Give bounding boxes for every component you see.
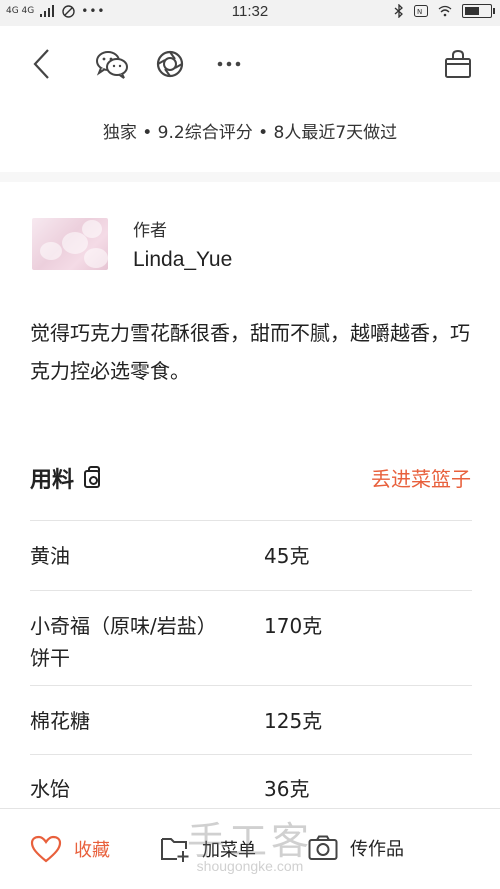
upload-work-button[interactable]: 传作品 (308, 835, 404, 861)
heart-icon (30, 835, 62, 863)
ingredients-title: 用料 (30, 468, 75, 493)
shopping-bag-icon (445, 49, 471, 78)
nfc-icon: N (414, 5, 428, 17)
upload-work-label: 传作品 (350, 839, 404, 860)
top-toolbar (0, 26, 500, 102)
ingredient-quantity: 125克 (264, 709, 323, 733)
camera-icon (308, 835, 338, 860)
add-to-basket-button[interactable]: 丢进菜篮子 (371, 463, 471, 492)
section-divider (0, 172, 500, 182)
author-avatar[interactable] (32, 218, 108, 270)
author-name[interactable]: Linda_Yue (133, 248, 232, 272)
ingredient-name: 黄油 (30, 544, 70, 568)
favorite-label: 收藏 (74, 840, 110, 861)
ingredient-quantity: 170克 (264, 614, 323, 638)
wifi-icon (438, 5, 452, 17)
folder-add-icon (161, 838, 189, 862)
camera-shutter-icon (156, 50, 184, 78)
battery-icon (462, 4, 495, 18)
ingredient-quantity: 45克 (264, 544, 310, 568)
status-bar: 4G 4G ••• 11:32 N (0, 0, 500, 26)
author-role: 作者 (133, 221, 167, 241)
ingredient-quantity: 36克 (264, 777, 310, 801)
share-wechat-button[interactable] (94, 46, 130, 82)
more-button[interactable] (211, 46, 247, 82)
favorite-button[interactable]: 收藏 (30, 835, 110, 863)
bottom-action-bar: 收藏 加菜单 传作品 (0, 808, 500, 889)
row-divider (30, 590, 472, 591)
row-divider (30, 754, 472, 755)
back-button[interactable] (24, 46, 60, 82)
chevron-left-icon (33, 49, 49, 79)
recipe-description: 觉得巧克力雪花酥很香，甜而不腻，越嚼越香，巧克力控必选零食。 (30, 321, 470, 383)
wechat-icon (96, 51, 128, 79)
add-to-menu-label: 加菜单 (202, 840, 256, 861)
ingredients-header: 用料 (30, 462, 101, 494)
ingredient-name: 水饴 (30, 777, 70, 801)
basket-button[interactable] (440, 46, 476, 82)
more-dots-icon (217, 61, 241, 67)
svg-text:N: N (417, 8, 422, 16)
scale-icon (84, 466, 101, 488)
row-divider (30, 685, 472, 686)
add-to-menu-button[interactable]: 加菜单 (160, 835, 256, 863)
share-moments-button[interactable] (152, 46, 188, 82)
ingredient-name: 棉花糖 (30, 709, 90, 733)
recipe-summary: 独家 • 9.2综合评分 • 8人最近7天做过 (102, 123, 398, 143)
row-divider (30, 520, 472, 521)
bluetooth-icon (394, 4, 403, 18)
ingredient-name: 小奇福（原味/岩盐）饼干 (30, 614, 217, 670)
